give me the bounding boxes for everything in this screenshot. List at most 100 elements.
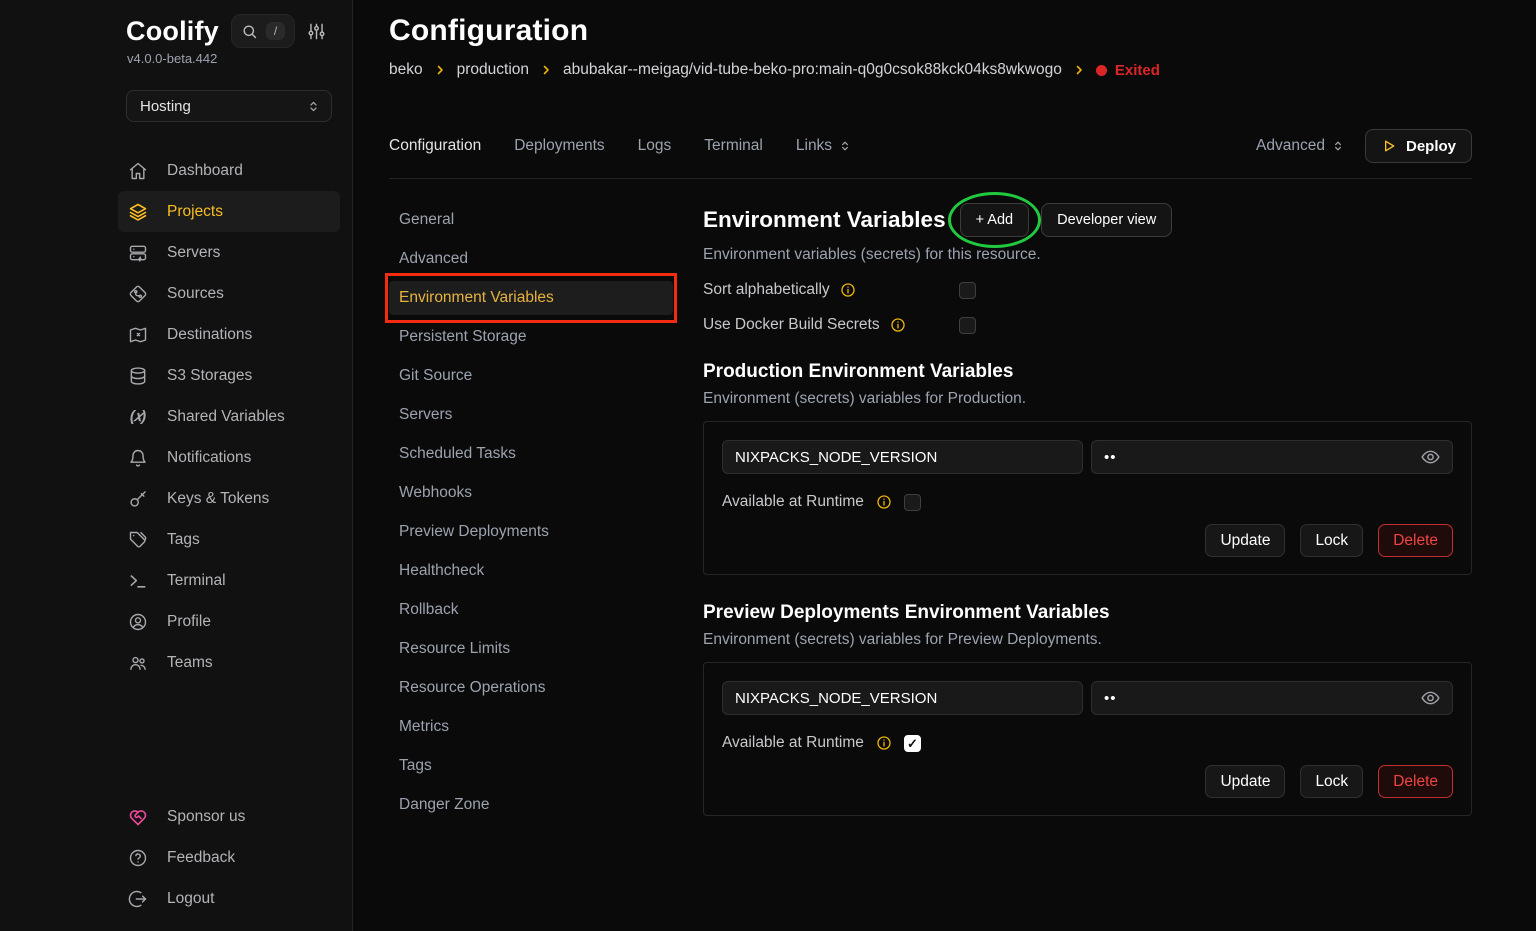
update-button[interactable]: Update — [1205, 524, 1285, 557]
sidebar-item-sponsor[interactable]: Sponsor us — [118, 796, 340, 837]
sidebar: Coolify / v4.0.0-beta.442 Hosting Dashbo… — [0, 0, 353, 931]
tab-terminal[interactable]: Terminal — [704, 137, 763, 155]
subnav-metrics[interactable]: Metrics — [389, 710, 673, 744]
available-at-runtime-checkbox[interactable] — [904, 735, 921, 752]
env-variable-card-production: Available at Runtime Update Lock Delete — [703, 421, 1472, 575]
sidebar-item-label: Dashboard — [167, 162, 243, 180]
delete-button[interactable]: Delete — [1378, 524, 1453, 557]
sidebar-item-label: S3 Storages — [167, 367, 252, 385]
eye-icon[interactable] — [1420, 688, 1441, 709]
subnav-healthcheck[interactable]: Healthcheck — [389, 554, 673, 588]
advanced-label: Advanced — [1256, 137, 1325, 155]
advanced-dropdown[interactable]: Advanced — [1256, 137, 1345, 155]
add-variable-button[interactable]: + Add — [960, 203, 1030, 237]
sidebar-item-destinations[interactable]: Destinations — [118, 314, 340, 355]
page-title: Configuration — [389, 14, 1472, 48]
info-icon — [876, 494, 892, 510]
subnav-advanced[interactable]: Advanced — [389, 242, 673, 276]
server-icon — [127, 243, 148, 263]
subnav-preview-deployments[interactable]: Preview Deployments — [389, 515, 673, 549]
subnav-resource-operations[interactable]: Resource Operations — [389, 671, 673, 705]
sidebar-item-profile[interactable]: Profile — [118, 601, 340, 642]
status-label: Exited — [1115, 62, 1160, 79]
sidebar-item-teams[interactable]: Teams — [118, 642, 340, 683]
subnav-danger-zone[interactable]: Danger Zone — [389, 788, 673, 822]
sidebar-item-label: Sources — [167, 285, 224, 303]
tab-logs[interactable]: Logs — [638, 137, 672, 155]
docker-build-secrets-checkbox[interactable] — [959, 317, 976, 334]
delete-button[interactable]: Delete — [1378, 765, 1453, 798]
main-content: Configuration beko production abubakar--… — [353, 0, 1536, 931]
sidebar-item-servers[interactable]: Servers — [118, 232, 340, 273]
breadcrumb-resource[interactable]: abubakar--meigag/vid-tube-beko-pro:main-… — [563, 61, 1062, 79]
sidebar-item-label: Logout — [167, 890, 214, 908]
variable-value-input[interactable] — [1091, 440, 1453, 474]
chevron-right-icon — [540, 64, 552, 76]
settings-sliders-icon[interactable] — [307, 22, 326, 41]
deploy-button[interactable]: Deploy — [1365, 129, 1472, 163]
sidebar-item-dashboard[interactable]: Dashboard — [118, 150, 340, 191]
eye-icon[interactable] — [1420, 447, 1441, 468]
variable-name-input[interactable] — [722, 681, 1083, 715]
sidebar-item-tags[interactable]: Tags — [118, 519, 340, 560]
breadcrumb-environment[interactable]: production — [457, 61, 529, 79]
terminal-icon — [127, 571, 148, 591]
team-select[interactable]: Hosting — [126, 90, 332, 122]
sidebar-item-feedback[interactable]: Feedback — [118, 837, 340, 878]
tab-deployments[interactable]: Deployments — [514, 137, 604, 155]
search-icon — [241, 23, 258, 40]
sidebar-item-keys-tokens[interactable]: Keys & Tokens — [118, 478, 340, 519]
subnav-persistent-storage[interactable]: Persistent Storage — [389, 320, 673, 354]
home-icon — [127, 161, 148, 181]
breadcrumb: beko production abubakar--meigag/vid-tub… — [389, 61, 1472, 79]
sidebar-item-label: Keys & Tokens — [167, 490, 269, 508]
sidebar-item-projects[interactable]: Projects — [118, 191, 340, 232]
sidebar-item-shared-variables[interactable]: (𝑥) Shared Variables — [118, 396, 340, 437]
subnav-rollback[interactable]: Rollback — [389, 593, 673, 627]
subnav-tags[interactable]: Tags — [389, 749, 673, 783]
production-section-title: Production Environment Variables — [703, 361, 1472, 383]
variable-name-input[interactable] — [722, 440, 1083, 474]
lock-button[interactable]: Lock — [1300, 765, 1363, 798]
subnav-resource-limits[interactable]: Resource Limits — [389, 632, 673, 666]
chevron-up-down-icon — [306, 99, 321, 114]
git-source-icon — [127, 284, 148, 304]
database-icon — [127, 366, 148, 386]
tab-configuration[interactable]: Configuration — [389, 137, 481, 155]
subnav-environment-variables[interactable]: Environment Variables — [389, 281, 673, 315]
update-button[interactable]: Update — [1205, 765, 1285, 798]
tag-icon — [127, 530, 148, 550]
sort-alphabetically-checkbox[interactable] — [959, 282, 976, 299]
deploy-label: Deploy — [1406, 138, 1456, 155]
breadcrumb-team[interactable]: beko — [389, 61, 423, 79]
sidebar-item-label: Notifications — [167, 449, 251, 467]
subnav-webhooks[interactable]: Webhooks — [389, 476, 673, 510]
developer-view-button[interactable]: Developer view — [1041, 203, 1172, 237]
sidebar-item-label: Terminal — [167, 572, 226, 590]
logout-icon — [127, 889, 148, 909]
env-variables-panel: Environment Variables + Add Developer vi… — [703, 203, 1472, 827]
sidebar-item-s3-storages[interactable]: S3 Storages — [118, 355, 340, 396]
sidebar-item-label: Sponsor us — [167, 808, 245, 826]
subnav-general[interactable]: General — [389, 203, 673, 237]
status-dot-icon — [1096, 65, 1107, 76]
available-at-runtime-checkbox[interactable] — [904, 494, 921, 511]
sidebar-item-sources[interactable]: Sources — [118, 273, 340, 314]
sidebar-item-notifications[interactable]: Notifications — [118, 437, 340, 478]
search-button[interactable]: / — [231, 14, 295, 48]
variable-value-input[interactable] — [1091, 681, 1453, 715]
info-icon — [890, 317, 906, 333]
status-badge: Exited — [1096, 62, 1160, 79]
subnav-scheduled-tasks[interactable]: Scheduled Tasks — [389, 437, 673, 471]
lock-button[interactable]: Lock — [1300, 524, 1363, 557]
sidebar-footer: Sponsor us Feedback Logout — [118, 796, 340, 919]
tab-links[interactable]: Links — [796, 137, 852, 155]
sidebar-item-logout[interactable]: Logout — [118, 878, 340, 919]
sidebar-item-label: Feedback — [167, 849, 235, 867]
subnav-git-source[interactable]: Git Source — [389, 359, 673, 393]
subnav-servers[interactable]: Servers — [389, 398, 673, 432]
sort-alphabetically-label: Sort alphabetically — [703, 281, 830, 299]
heart-icon — [127, 807, 148, 827]
sidebar-item-terminal[interactable]: Terminal — [118, 560, 340, 601]
team-select-value: Hosting — [140, 98, 191, 115]
